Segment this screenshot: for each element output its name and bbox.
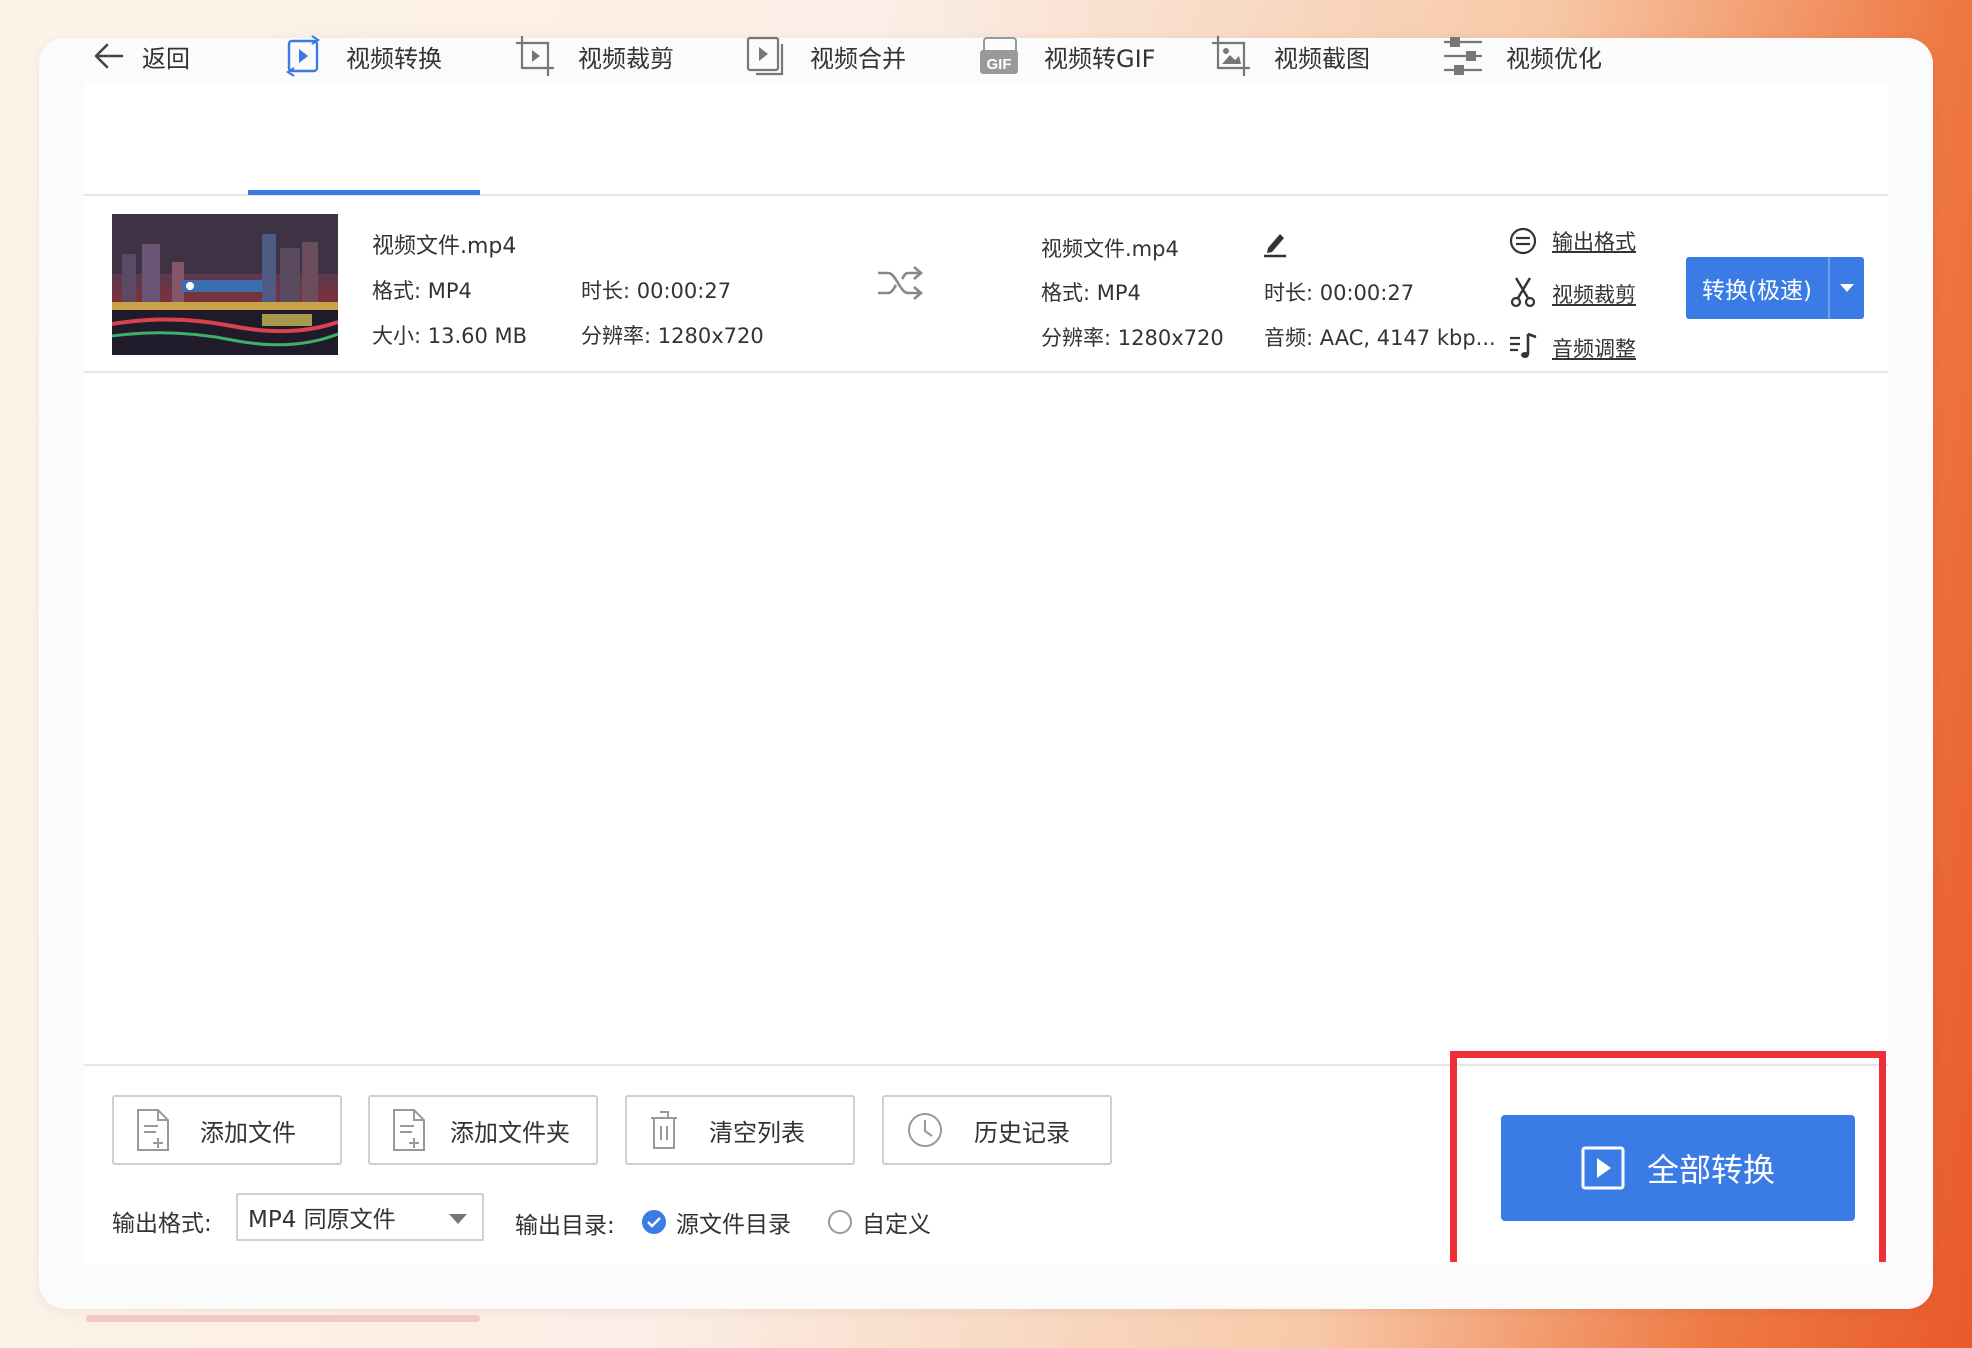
output-format-select[interactable]: MP4 同原文件 <box>236 1193 484 1241</box>
audio-adjust-link[interactable]: 音频调整 <box>1552 333 1636 363</box>
back-label: 返回 <box>142 44 190 73</box>
add-folder-label: 添加文件夹 <box>450 1118 570 1147</box>
scissors-icon <box>1510 277 1536 308</box>
progress-strip <box>86 1315 480 1322</box>
video-thumbnail[interactable] <box>112 214 338 355</box>
output-dir-label: 输出目录: <box>515 1213 615 1239</box>
caret-down-icon <box>1840 284 1854 292</box>
tab-video-optimize[interactable]: 视频优化 <box>1442 0 1602 112</box>
source-duration: 时长: 00:00:27 <box>581 279 732 303</box>
clear-list-button[interactable]: 清空列表 <box>625 1095 855 1165</box>
output-resolution: 分辨率: 1280x720 <box>1041 326 1224 350</box>
tab-video-gif[interactable]: GIF 视频转GIF <box>978 0 1155 112</box>
radio-unchecked-icon <box>828 1210 852 1234</box>
tab-label: 视频优化 <box>1506 44 1602 73</box>
source-file-name: 视频文件.mp4 <box>372 234 517 259</box>
output-file-name: 视频文件.mp4 <box>1041 237 1179 261</box>
convert-fast-button[interactable]: 转换(极速) <box>1686 257 1864 319</box>
tab-label: 视频转换 <box>346 44 442 73</box>
add-file-icon <box>137 1109 169 1151</box>
tab-label: 视频转GIF <box>1044 44 1156 73</box>
highlight-box <box>1450 1051 1886 1262</box>
convert-dropdown-button[interactable] <box>1828 257 1864 319</box>
active-tab-indicator <box>248 190 480 195</box>
clock-icon <box>908 1113 942 1147</box>
gif-icon: GIF <box>980 37 1018 74</box>
output-format-icon <box>1509 227 1537 255</box>
source-format: 格式: MP4 <box>372 279 472 303</box>
add-file-label: 添加文件 <box>200 1118 296 1147</box>
add-folder-icon <box>393 1109 425 1151</box>
radio-source-dir-label: 源文件目录 <box>676 1212 791 1238</box>
arrow-left-icon <box>94 43 124 69</box>
radio-custom-dir[interactable]: 自定义 <box>828 1205 931 1239</box>
tab-video-merge[interactable]: 视频合并 <box>746 0 906 112</box>
back-button[interactable]: 返回 <box>92 0 190 112</box>
crop-icon <box>516 36 554 76</box>
sliders-icon <box>1444 37 1482 75</box>
output-format-link[interactable]: 输出格式 <box>1552 226 1636 256</box>
history-label: 历史记录 <box>974 1118 1070 1147</box>
trash-icon <box>651 1111 677 1149</box>
tab-label: 视频裁剪 <box>578 44 674 73</box>
source-size: 大小: 13.60 MB <box>372 324 528 348</box>
tab-video-crop[interactable]: 视频裁剪 <box>514 0 674 112</box>
add-folder-button[interactable]: 添加文件夹 <box>368 1095 598 1165</box>
shuffle-icon <box>878 266 923 300</box>
add-file-button[interactable]: 添加文件 <box>112 1095 342 1165</box>
audio-adjust-icon <box>1510 332 1537 358</box>
output-format: 格式: MP4 <box>1041 281 1141 305</box>
caret-down-icon <box>449 1214 467 1224</box>
output-format-label: 输出格式: <box>112 1211 212 1237</box>
tab-video-convert[interactable]: 视频转换 <box>282 0 442 112</box>
video-crop-link[interactable]: 视频裁剪 <box>1552 279 1636 309</box>
output-audio: 音频: AAC, 4147 kbp... <box>1264 326 1496 350</box>
radio-checked-icon <box>642 1210 666 1234</box>
radio-source-dir[interactable]: 源文件目录 <box>642 1205 791 1239</box>
output-format-value: MP4 同原文件 <box>248 1207 396 1233</box>
video-convert-icon <box>286 35 320 77</box>
screenshot-icon <box>1212 36 1250 76</box>
radio-custom-dir-label: 自定义 <box>862 1212 931 1238</box>
edit-icon[interactable] <box>1260 228 1290 258</box>
tab-video-screenshot[interactable]: 视频截图 <box>1210 0 1370 112</box>
source-resolution: 分辨率: 1280x720 <box>581 324 764 348</box>
svg-text:GIF: GIF <box>987 56 1012 73</box>
merge-icon <box>746 36 784 76</box>
output-duration: 时长: 00:00:27 <box>1264 281 1415 305</box>
clear-list-label: 清空列表 <box>709 1118 805 1147</box>
convert-fast-label: 转换(极速) <box>1702 278 1812 304</box>
history-button[interactable]: 历史记录 <box>882 1095 1112 1165</box>
tab-label: 视频合并 <box>810 44 906 73</box>
tab-label: 视频截图 <box>1274 44 1370 73</box>
